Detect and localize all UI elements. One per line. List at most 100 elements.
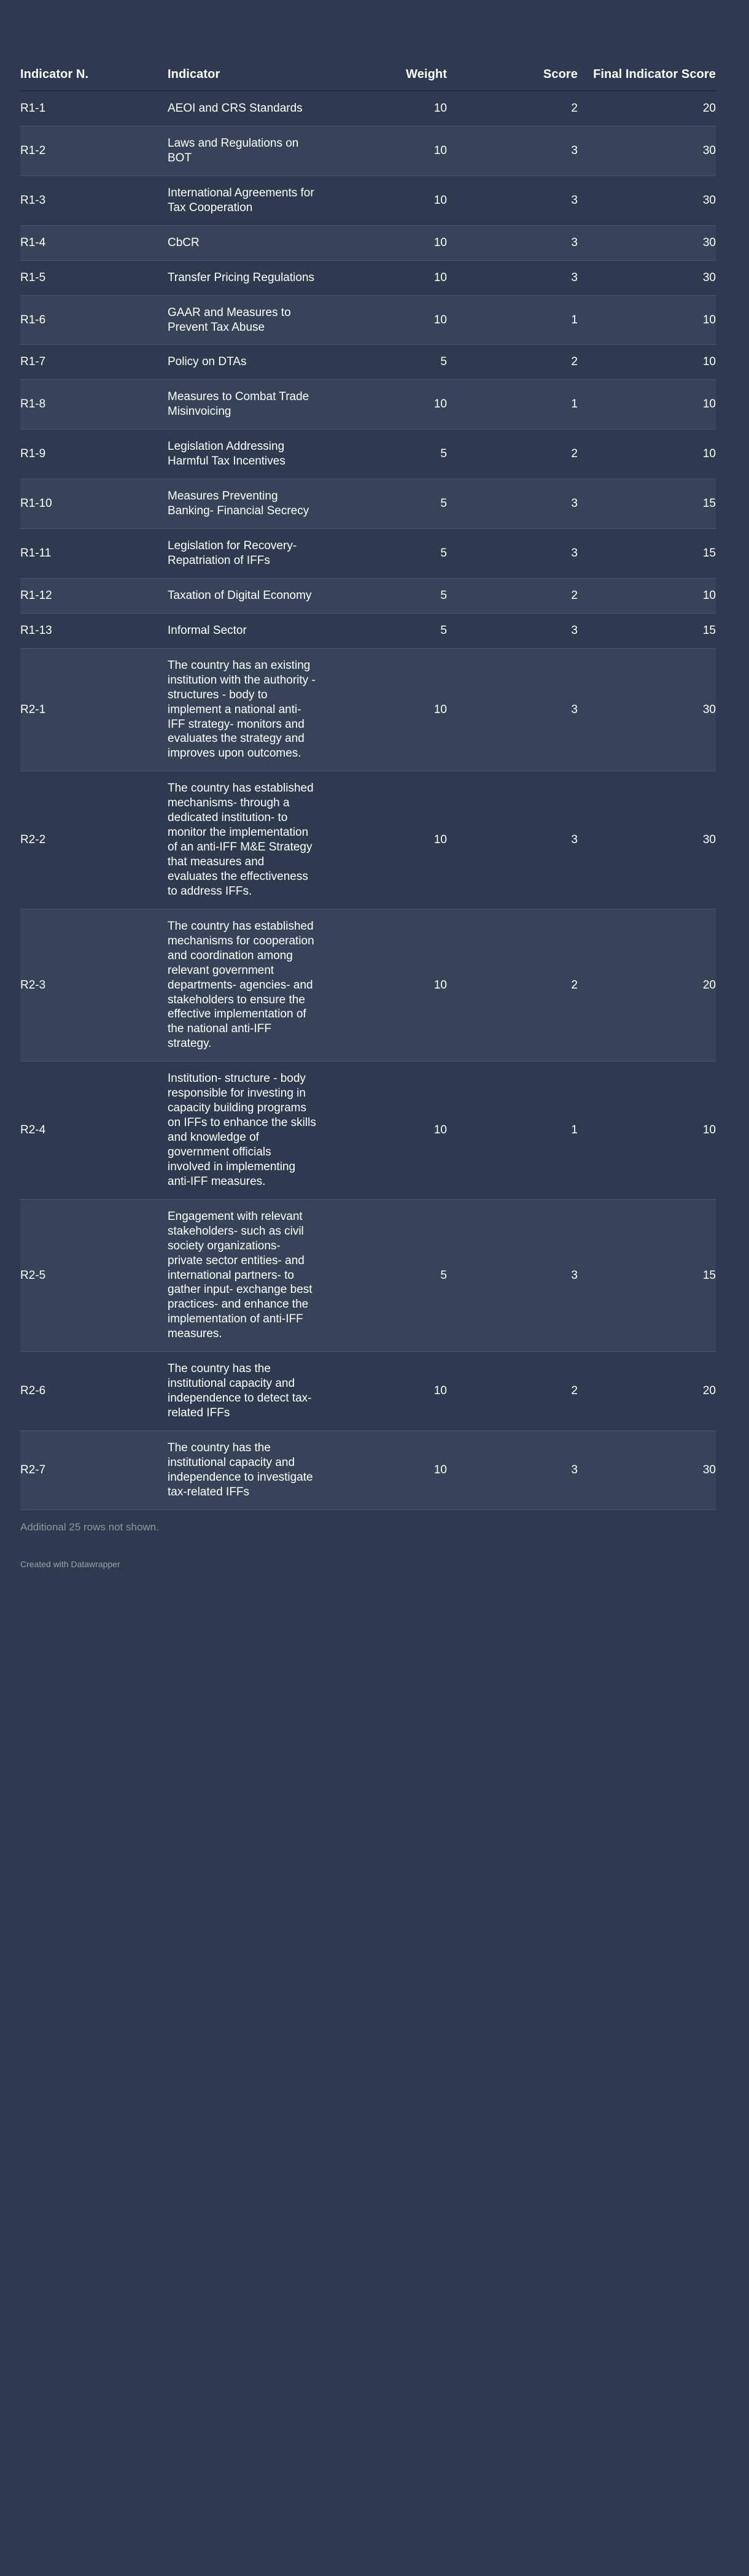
cell-weight: 10	[316, 126, 447, 176]
table-row: R1-12 Taxation of Digital Economy 5 2 10	[20, 578, 716, 614]
cell-score: 3	[447, 1430, 578, 1510]
cell-indicator: The country has the institutional capaci…	[168, 1351, 316, 1431]
cell-indicator: Legislation for Recovery- Repatriation o…	[168, 528, 316, 579]
column-header-final-indicator-score[interactable]: Final Indicator Score	[578, 0, 716, 91]
cell-indicator-n: R1-2	[20, 126, 168, 176]
cell-final-indicator-score: 20	[578, 91, 716, 126]
cell-score: 2	[447, 429, 578, 480]
cell-score: 2	[447, 91, 578, 126]
datawrapper-table-chart: Indicator N. Indicator Weight Score Fina…	[0, 0, 749, 2576]
cell-final-indicator-score: 30	[578, 175, 716, 226]
cell-weight: 10	[316, 260, 447, 296]
cell-indicator-n: R1-5	[20, 260, 168, 296]
cell-final-indicator-score: 30	[578, 260, 716, 296]
cell-weight: 5	[316, 578, 447, 614]
cell-score: 1	[447, 379, 578, 430]
cell-weight: 10	[316, 1351, 447, 1431]
cell-final-indicator-score: 30	[578, 1430, 716, 1510]
cell-score: 2	[447, 578, 578, 614]
cell-weight: 5	[316, 429, 447, 480]
cell-indicator: Transfer Pricing Regulations	[168, 260, 316, 296]
cell-indicator-n: R1-11	[20, 528, 168, 579]
column-header-score[interactable]: Score	[447, 0, 578, 91]
cell-weight: 5	[316, 479, 447, 529]
cell-final-indicator-score: 15	[578, 528, 716, 579]
cell-final-indicator-score: 10	[578, 379, 716, 430]
cell-score: 3	[447, 1199, 578, 1352]
cell-indicator: CbCR	[168, 225, 316, 261]
cell-score: 3	[447, 613, 578, 649]
column-header-weight[interactable]: Weight	[316, 0, 447, 91]
cell-indicator-n: R2-3	[20, 909, 168, 1062]
cell-indicator-n: R1-13	[20, 613, 168, 649]
table-row: R2-3 The country has established mechanis…	[20, 909, 716, 1062]
cell-final-indicator-score: 10	[578, 344, 716, 380]
cell-indicator-n: R1-10	[20, 479, 168, 529]
table-row: R1-3 International Agreements for Tax Coo…	[20, 175, 716, 226]
table-row: R2-6 The country has the institutional ca…	[20, 1351, 716, 1431]
cell-final-indicator-score: 30	[578, 225, 716, 261]
cell-indicator: Institution- structure - body responsibl…	[168, 1061, 316, 1200]
cell-final-indicator-score: 20	[578, 1351, 716, 1431]
cell-indicator: Measures Preventing Banking- Financial S…	[168, 479, 316, 529]
cell-indicator: The country has an existing institution …	[168, 648, 316, 772]
datawrapper-credit: Created with Datawrapper	[20, 1559, 120, 1569]
table-row: R1-13 Informal Sector 5 3 15	[20, 613, 716, 649]
cell-final-indicator-score: 30	[578, 648, 716, 772]
cell-indicator: The country has the institutional capaci…	[168, 1430, 316, 1510]
cell-indicator-n: R2-5	[20, 1199, 168, 1352]
cell-weight: 10	[316, 91, 447, 126]
column-header-indicator[interactable]: Indicator	[168, 0, 316, 91]
table-row: R2-5 Engagement with relevant stakeholder…	[20, 1199, 716, 1352]
cell-final-indicator-score: 10	[578, 1061, 716, 1200]
table-row: R1-4 CbCR 10 3 30	[20, 225, 716, 261]
cell-weight: 10	[316, 225, 447, 261]
indicator-score-table: Indicator N. Indicator Weight Score Fina…	[20, 0, 716, 1510]
table-row: R1-7 Policy on DTAs 5 2 10	[20, 344, 716, 380]
cell-weight: 5	[316, 344, 447, 380]
cell-score: 3	[447, 260, 578, 296]
cell-score: 3	[447, 225, 578, 261]
cell-indicator-n: R1-7	[20, 344, 168, 380]
table-row: R1-2 Laws and Regulations on BOT 10 3 30	[20, 126, 716, 176]
cell-indicator: Measures to Combat Trade Misinvoicing	[168, 379, 316, 430]
cell-weight: 5	[316, 1199, 447, 1352]
cell-score: 3	[447, 479, 578, 529]
cell-indicator-n: R2-6	[20, 1351, 168, 1431]
cell-score: 3	[447, 126, 578, 176]
rows-not-shown-note: Additional 25 rows not shown.	[20, 1521, 159, 1533]
cell-indicator: Legislation Addressing Harmful Tax Incen…	[168, 429, 316, 480]
cell-final-indicator-score: 10	[578, 295, 716, 345]
cell-indicator: The country has established mechanisms- …	[168, 771, 316, 909]
cell-indicator-n: R2-1	[20, 648, 168, 772]
cell-score: 3	[447, 175, 578, 226]
table-row: R2-7 The country has the institutional ca…	[20, 1430, 716, 1510]
cell-indicator-n: R1-9	[20, 429, 168, 480]
cell-indicator-n: R2-2	[20, 771, 168, 909]
cell-weight: 10	[316, 1061, 447, 1200]
cell-weight: 10	[316, 295, 447, 345]
cell-final-indicator-score: 30	[578, 126, 716, 176]
cell-weight: 10	[316, 771, 447, 909]
table-body: R1-1 AEOI and CRS Standards 10 2 20 R1-2 Laws …	[20, 91, 716, 1510]
cell-indicator: Informal Sector	[168, 613, 316, 649]
cell-final-indicator-score: 15	[578, 613, 716, 649]
table-row: R1-11 Legislation for Recovery- Repatriat…	[20, 528, 716, 579]
cell-indicator-n: R2-4	[20, 1061, 168, 1200]
column-header-indicator-n[interactable]: Indicator N.	[20, 0, 168, 91]
cell-indicator: Laws and Regulations on BOT	[168, 126, 316, 176]
cell-weight: 10	[316, 1430, 447, 1510]
cell-final-indicator-score: 10	[578, 578, 716, 614]
cell-weight: 10	[316, 909, 447, 1062]
cell-indicator-n: R1-6	[20, 295, 168, 345]
cell-indicator-n: R1-3	[20, 175, 168, 226]
cell-score: 3	[447, 648, 578, 772]
cell-score: 1	[447, 295, 578, 345]
cell-final-indicator-score: 20	[578, 909, 716, 1062]
cell-weight: 10	[316, 175, 447, 226]
table-row: R1-1 AEOI and CRS Standards 10 2 20	[20, 91, 716, 126]
cell-score: 2	[447, 909, 578, 1062]
cell-score: 2	[447, 344, 578, 380]
table-row: R2-4 Institution- structure - body respon…	[20, 1061, 716, 1200]
table-row: R1-9 Legislation Addressing Harmful Tax I…	[20, 429, 716, 480]
